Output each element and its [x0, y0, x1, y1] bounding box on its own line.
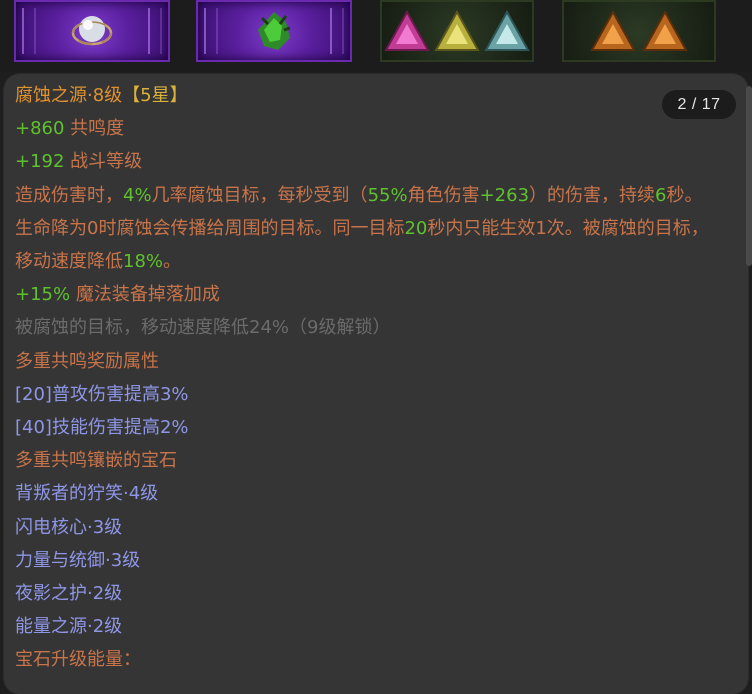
bonus-label: 魔法装备掉落加成: [70, 284, 220, 306]
gem-slot-strip: [0, 0, 752, 72]
multi-bonus-header: 多重共鸣奖励属性: [15, 350, 159, 372]
gem-slot-1[interactable]: [14, 0, 170, 62]
tooltip-content: 腐蚀之源·8级【5星】 +860 共鸣度 +192 战斗等级 造成伤害时，4%几…: [15, 79, 715, 677]
yellow-triangle-gem-icon: [434, 10, 480, 52]
stat-label: 共鸣度: [64, 118, 125, 140]
gem-slot-4[interactable]: [562, 0, 716, 62]
socketed-gem-item: 背叛者的狞笑·4级: [15, 483, 159, 505]
socketed-gem-item: 能量之源·2级: [15, 616, 123, 638]
locked-effect: 被腐蚀的目标，移动速度降低24%（9级解锁）: [15, 317, 391, 339]
gem-name: 腐蚀之源·8级: [15, 85, 123, 106]
orange-triangle-gem-icon: [590, 10, 636, 52]
gem-slot-2[interactable]: [196, 0, 352, 62]
green-claw-gem-icon: [252, 8, 296, 54]
effect-description: 造成伤害时，4%几率腐蚀目标，每秒受到（55%角色伤害+263）的伤害，持续6秒…: [15, 184, 709, 273]
socketed-gem-item: 闪电核心·3级: [15, 516, 123, 538]
stat-label: 战斗等级: [64, 151, 143, 173]
teal-triangle-gem-icon: [484, 10, 530, 52]
gem-tooltip-panel: 2 / 17 腐蚀之源·8级【5星】 +860 共鸣度 +192 战斗等级 造成…: [4, 74, 748, 694]
stat-combat-level: +192 战斗等级: [15, 145, 715, 178]
orb-gem-icon: [68, 11, 116, 51]
gem-slot-3[interactable]: [380, 0, 534, 62]
multi-bonus-item: [20]普攻伤害提高3%: [15, 383, 189, 405]
multi-bonus-item: [40]技能伤害提高2%: [15, 417, 189, 439]
stat-resonance: +860 共鸣度: [15, 112, 715, 145]
stat-value: +192: [15, 151, 65, 173]
scrollbar[interactable]: [746, 86, 752, 266]
socketed-gem-item: 夜影之护·2级: [15, 583, 123, 605]
orange-triangle-gem-icon: [642, 10, 688, 52]
pink-triangle-gem-icon: [384, 10, 430, 52]
socketed-gems-header: 多重共鸣镶嵌的宝石: [15, 450, 177, 472]
gem-star-rating: 【5星】: [122, 85, 188, 106]
gem-upgrade-energy-label: 宝石升级能量：: [15, 649, 141, 671]
stat-value: +860: [15, 118, 65, 140]
gem-title: 腐蚀之源·8级【5星】: [15, 79, 715, 112]
bonus-value: +15%: [15, 284, 71, 306]
magic-drop-bonus: +15% 魔法装备掉落加成: [15, 278, 715, 311]
socketed-gem-item: 力量与统御·3级: [15, 549, 141, 571]
